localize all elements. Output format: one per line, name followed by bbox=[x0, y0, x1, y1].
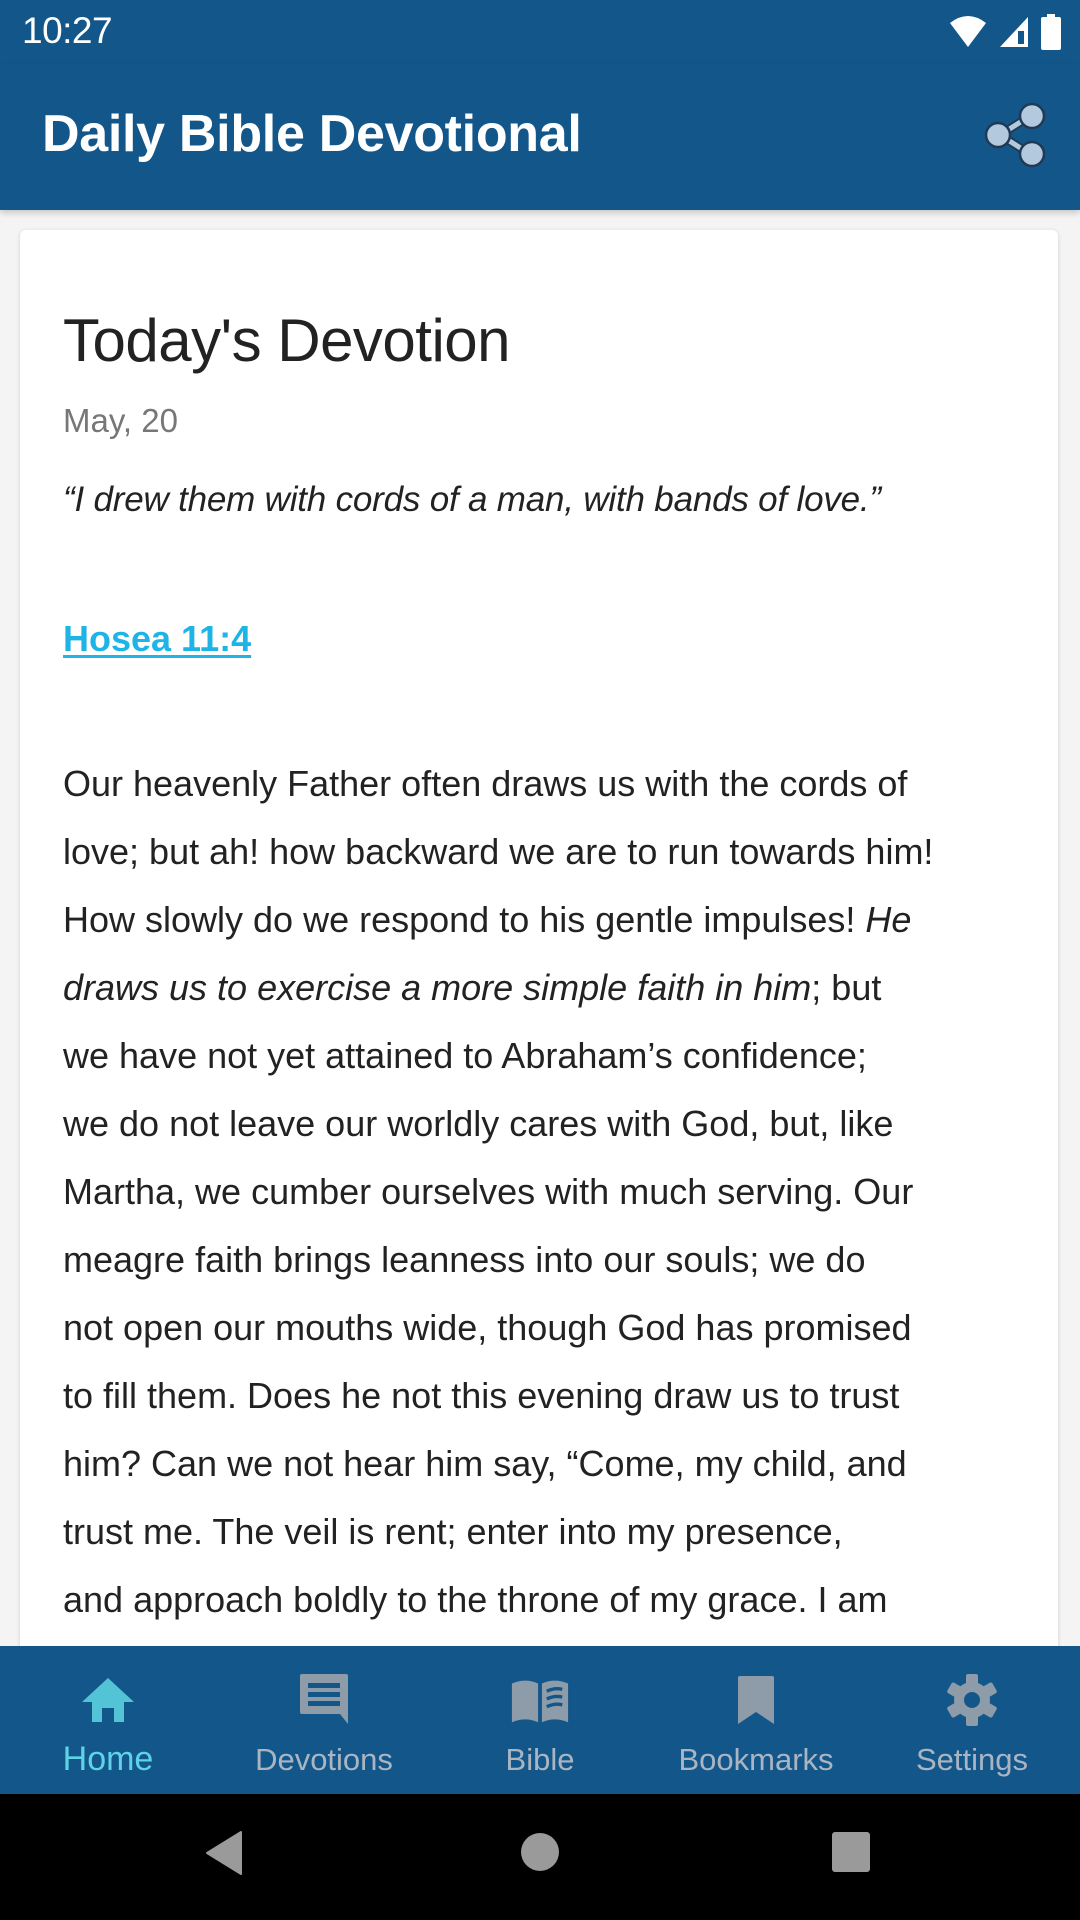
devotion-date: May, 20 bbox=[63, 402, 178, 439]
status-time: 10:27 bbox=[22, 10, 113, 51]
nav-item-settings[interactable]: Settings bbox=[864, 1646, 1080, 1794]
body-segment: we do not leave our worldly cares with G… bbox=[63, 1103, 894, 1144]
nav-label-settings: Settings bbox=[915, 1742, 1028, 1777]
gear-icon bbox=[942, 1670, 1002, 1730]
bottom-nav: Home Devotions Bible Bookmarks Settings bbox=[0, 1646, 1080, 1794]
body-line: draws us to exercise a more simple faith… bbox=[63, 954, 1023, 1022]
system-nav-bar bbox=[0, 1794, 1080, 1920]
wifi-icon bbox=[950, 16, 986, 47]
body-line: worthy of thy fullest confidence, cast t… bbox=[63, 1634, 1023, 1646]
body-segment: we have not yet attained to Abraham’s co… bbox=[63, 1035, 867, 1076]
body-line: love; but ah! how backward we are to run… bbox=[63, 818, 1023, 886]
body-emphasis: draws us to exercise a more simple faith… bbox=[63, 967, 812, 1008]
nav-item-bible[interactable]: Bible bbox=[432, 1646, 648, 1794]
body-line: and approach boldly to the throne of my … bbox=[63, 1566, 1023, 1634]
share-button[interactable] bbox=[980, 100, 1050, 170]
body-segment: love; but ah! how backward we are to run… bbox=[63, 831, 934, 872]
body-line: trust me. The veil is rent; enter into m… bbox=[63, 1498, 1023, 1566]
body-segment: ; but bbox=[811, 967, 882, 1008]
nav-item-home[interactable]: Home bbox=[0, 1646, 216, 1794]
recents-icon bbox=[832, 1832, 870, 1872]
body-segment: Our heavenly Father often draws us with … bbox=[63, 763, 908, 804]
cell-signal-icon bbox=[1000, 17, 1028, 47]
back-icon bbox=[206, 1831, 242, 1875]
nav-item-bookmarks[interactable]: Bookmarks bbox=[648, 1646, 864, 1794]
scripture-reference-link[interactable]: Hosea 11:4 bbox=[63, 618, 251, 660]
body-segment: him? Can we not hear him say, “Come, my … bbox=[63, 1443, 907, 1484]
body-segment: to fill them. Does he not this evening d… bbox=[63, 1375, 900, 1416]
body-line: How slowly do we respond to his gentle i… bbox=[63, 886, 1023, 954]
body-line: we have not yet attained to Abraham’s co… bbox=[63, 1022, 1023, 1090]
system-home-button[interactable] bbox=[520, 1832, 560, 1877]
home-circle-icon bbox=[521, 1833, 559, 1871]
status-icons bbox=[948, 14, 1062, 50]
body-line: meagre faith brings leanness into our so… bbox=[63, 1226, 1023, 1294]
open-book-icon bbox=[510, 1670, 570, 1730]
scripture-quote: “I drew them with cords of a man, with b… bbox=[63, 480, 881, 519]
bookmark-icon bbox=[726, 1670, 786, 1730]
body-line: to fill them. Does he not this evening d… bbox=[63, 1362, 1023, 1430]
home-icon bbox=[78, 1670, 138, 1730]
body-segment: and approach boldly to the throne of my … bbox=[63, 1579, 888, 1620]
body-segment: meagre faith brings leanness into our so… bbox=[63, 1239, 866, 1280]
devotion-body: Our heavenly Father often draws us with … bbox=[63, 750, 1023, 1646]
status-bar: 10:27 bbox=[0, 0, 1080, 64]
nav-label-bible: Bible bbox=[505, 1742, 575, 1777]
body-line: not open our mouths wide, though God has… bbox=[63, 1294, 1023, 1362]
body-emphasis: He bbox=[865, 899, 912, 940]
share-icon bbox=[984, 102, 1046, 168]
body-segment: trust me. The veil is rent; enter into m… bbox=[63, 1511, 843, 1552]
body-line: Our heavenly Father often draws us with … bbox=[63, 750, 1023, 818]
battery-icon bbox=[1041, 14, 1061, 50]
nav-label-bookmarks: Bookmarks bbox=[678, 1742, 834, 1777]
nav-item-devotions[interactable]: Devotions bbox=[216, 1646, 432, 1794]
app-bar: Daily Bible Devotional bbox=[0, 64, 1080, 210]
body-line: him? Can we not hear him say, “Come, my … bbox=[63, 1430, 1023, 1498]
system-recents-button[interactable] bbox=[831, 1831, 871, 1878]
nav-label-home: Home bbox=[62, 1740, 154, 1778]
body-segment: Martha, we cumber ourselves with much se… bbox=[63, 1171, 914, 1212]
app-title: Daily Bible Devotional bbox=[42, 105, 582, 163]
system-back-button[interactable] bbox=[205, 1830, 245, 1881]
content-scroll-area[interactable]: Today's Devotion May, 20 “I drew them wi… bbox=[0, 210, 1080, 1646]
body-segment: How slowly do we respond to his gentle i… bbox=[63, 899, 866, 940]
body-line: Martha, we cumber ourselves with much se… bbox=[63, 1158, 1023, 1226]
devotion-title: Today's Devotion bbox=[63, 307, 511, 374]
chat-message-icon bbox=[294, 1670, 354, 1730]
nav-label-devotions: Devotions bbox=[255, 1742, 393, 1777]
body-line: we do not leave our worldly cares with G… bbox=[63, 1090, 1023, 1158]
devotion-card: Today's Devotion May, 20 “I drew them wi… bbox=[20, 230, 1058, 1646]
body-segment: not open our mouths wide, though God has… bbox=[63, 1307, 912, 1348]
